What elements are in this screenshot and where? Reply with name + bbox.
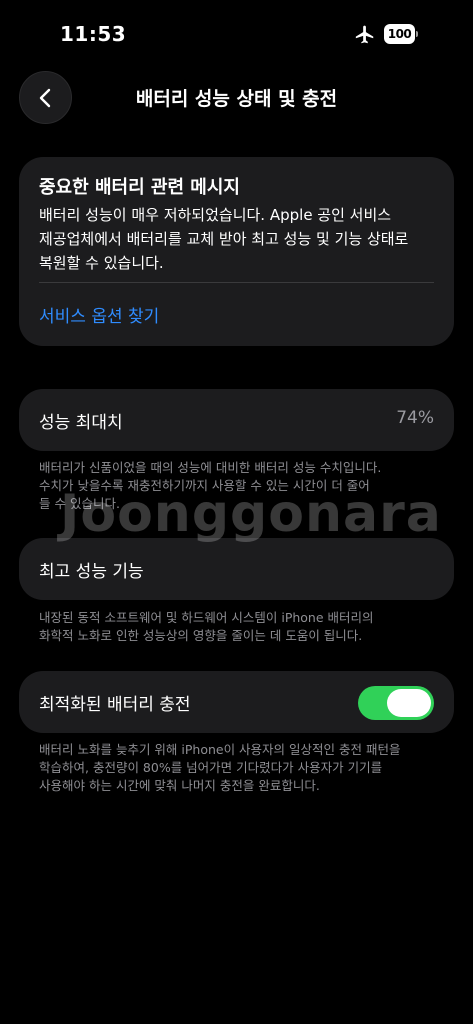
optimized-charging-toggle[interactable] bbox=[358, 686, 434, 720]
footnote-line: 학습하여, 충전량이 80%를 넘어가면 기다렸다가 사용자가 기기를 bbox=[39, 760, 383, 775]
peak-performance-footnote: 내장된 동적 소프트웨어 및 하드웨어 시스템이 iPhone 배터리의 화학적… bbox=[39, 609, 439, 645]
footnote-line: 화학적 노화로 인한 성능상의 영향을 줄이는 데 도움이 됩니다. bbox=[39, 628, 363, 643]
alert-body-line: 배터리 성능이 매우 저하되었습니다. Apple 공인 서비스 bbox=[39, 206, 392, 224]
footnote-line: 내장된 동적 소프트웨어 및 하드웨어 시스템이 iPhone 배터리의 bbox=[39, 610, 374, 625]
optimized-charging-row: 최적화된 배터리 충전 bbox=[19, 671, 454, 733]
max-capacity-row: 성능 최대치 74% bbox=[19, 389, 454, 451]
footnote-line: 배터리 노화를 늦추기 위해 iPhone이 사용자의 일상적인 충전 패턴을 bbox=[39, 742, 401, 757]
toggle-knob bbox=[387, 689, 431, 717]
optimized-charging-label: 최적화된 배터리 충전 bbox=[39, 695, 191, 715]
airplane-icon bbox=[355, 25, 374, 44]
footnote-line: 배터리가 신품이었을 때의 성능에 대비한 배터리 성능 수치입니다. bbox=[39, 460, 382, 475]
optimized-charging-footnote: 배터리 노화를 늦추기 위해 iPhone이 사용자의 일상적인 충전 패턴을 … bbox=[39, 741, 439, 795]
status-time: 11:53 bbox=[60, 22, 127, 46]
max-capacity-label: 성능 최대치 bbox=[39, 413, 123, 433]
alert-body-line: 복원할 수 있습니다. bbox=[39, 254, 164, 272]
page-title: 배터리 성능 상태 및 충전 bbox=[135, 88, 338, 110]
divider bbox=[39, 282, 434, 283]
peak-performance-label: 최고 성능 기능 bbox=[39, 562, 144, 582]
footnote-line: 사용해야 하는 시간에 맞춰 나머지 충전을 완료합니다. bbox=[39, 778, 320, 793]
max-capacity-value: 74% bbox=[396, 408, 434, 428]
battery-icon: 100 bbox=[384, 24, 418, 44]
battery-alert-card: 중요한 배터리 관련 메시지 배터리 성능이 매우 저하되었습니다. Apple… bbox=[19, 157, 454, 346]
alert-body: 배터리 성능이 매우 저하되었습니다. Apple 공인 서비스 제공업체에서 … bbox=[39, 203, 444, 275]
find-service-options-link[interactable]: 서비스 옵션 찾기 bbox=[39, 302, 159, 327]
status-bar: 11:53 100 bbox=[0, 0, 473, 60]
peak-performance-row: 최고 성능 기능 bbox=[19, 538, 454, 600]
watermark: Joonggonara bbox=[60, 484, 442, 544]
alert-title: 중요한 배터리 관련 메시지 bbox=[39, 177, 240, 198]
alert-body-line: 제공업체에서 배터리를 교체 받아 최고 성능 및 기능 상태로 bbox=[39, 230, 409, 248]
battery-level: 100 bbox=[384, 24, 415, 44]
